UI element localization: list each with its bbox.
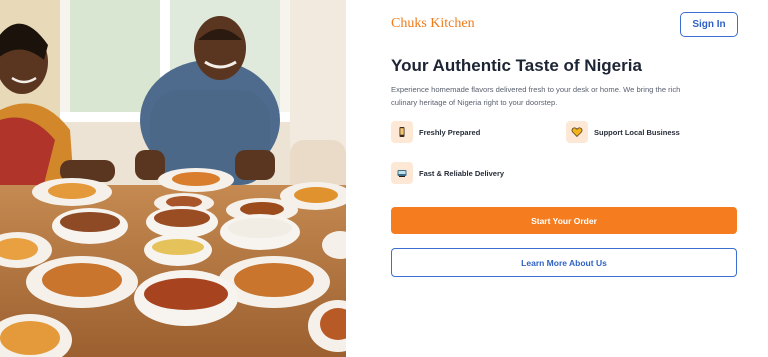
hero-description: Experience homemade flavors delivered fr…	[391, 85, 681, 107]
feature-support-local: Support Local Business	[566, 121, 680, 143]
delivery-icon	[391, 162, 413, 184]
brand-logo[interactable]: Chuks Kitchen	[391, 16, 475, 32]
learn-more-button[interactable]: Learn More About Us	[391, 248, 737, 277]
hero-photo	[0, 0, 346, 357]
heart-icon	[566, 121, 588, 143]
content-panel: Chuks Kitchen Sign In Your Authentic Tas…	[346, 0, 768, 357]
phone-icon	[391, 121, 413, 143]
page-title: Your Authentic Taste of Nigeria	[391, 56, 642, 75]
start-order-button[interactable]: Start Your Order	[391, 207, 737, 234]
feature-fast-delivery: Fast & Reliable Delivery	[391, 162, 504, 184]
feature-label: Freshly Prepared	[419, 127, 481, 137]
family-dinner-image	[0, 0, 346, 357]
feature-label: Fast & Reliable Delivery	[419, 168, 505, 178]
feature-label: Support Local Business	[594, 127, 680, 137]
sign-in-button[interactable]: Sign In	[680, 12, 738, 37]
feature-freshly-prepared: Freshly Prepared	[391, 121, 480, 143]
